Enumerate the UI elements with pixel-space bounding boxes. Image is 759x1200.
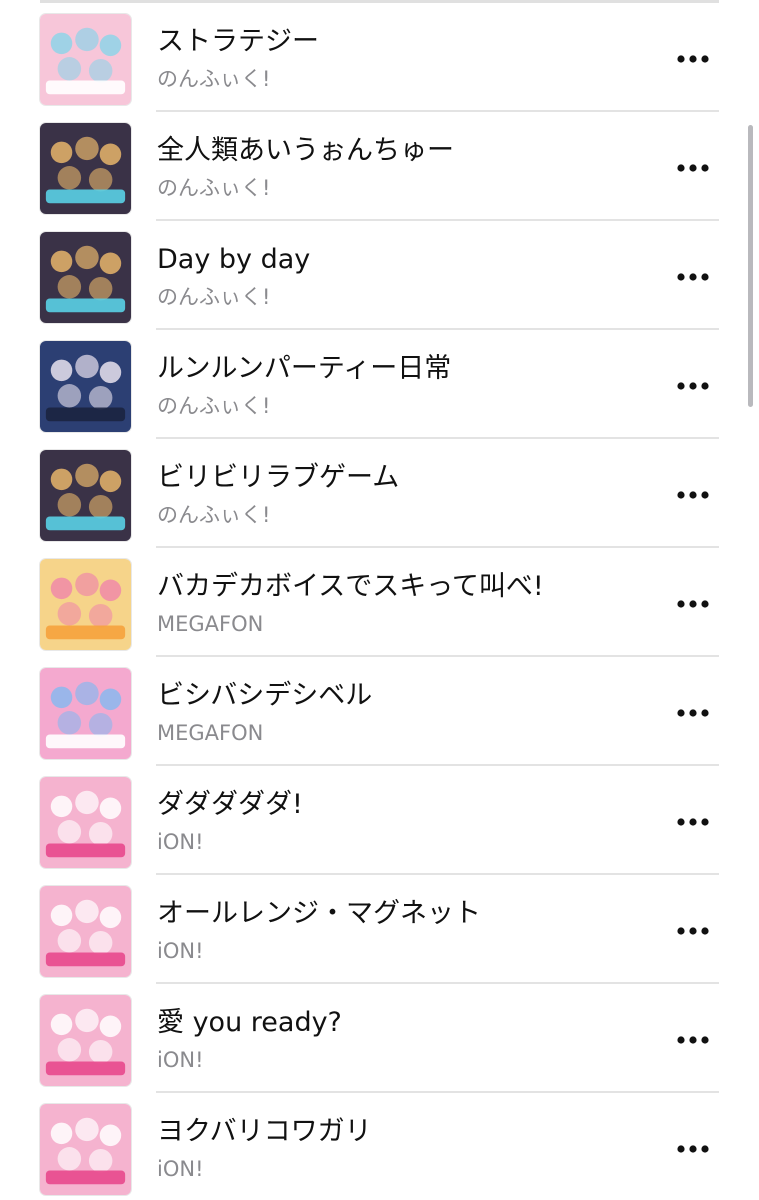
ellipsis-icon (677, 55, 709, 63)
more-options-button[interactable] (668, 260, 718, 294)
track-artist: のんふぃく! (157, 503, 271, 527)
track-row[interactable]: ビリビリラブゲームのんふぃく! (0, 438, 759, 548)
ellipsis-icon (677, 600, 709, 608)
album-artwork (39, 885, 132, 978)
more-options-button[interactable] (668, 369, 718, 403)
ellipsis-icon (677, 382, 709, 390)
track-title: ダダダダダ! (157, 789, 303, 820)
album-artwork (39, 13, 132, 106)
album-artwork (39, 994, 132, 1087)
scrollbar[interactable] (748, 125, 753, 407)
album-artwork (39, 449, 132, 542)
track-title: Day by day (157, 244, 311, 275)
track-artist: iON! (157, 1048, 204, 1072)
track-title: ビリビリラブゲーム (157, 462, 400, 493)
track-title: ビシバシデシベル (157, 680, 373, 711)
more-options-button[interactable] (668, 478, 718, 512)
track-row[interactable]: ヨクバリコワガリ iON! (0, 1092, 759, 1200)
track-title: 全人類あいうぉんちゅー (157, 135, 454, 166)
album-artwork (39, 340, 132, 433)
album-artwork (39, 122, 132, 215)
track-row[interactable]: ビシバシデシベル MEGAFON (0, 656, 759, 766)
ellipsis-icon (677, 273, 709, 281)
track-artist: のんふぃく! (157, 285, 271, 309)
more-options-button[interactable] (668, 696, 718, 730)
track-artist: のんふぃく! (157, 394, 271, 418)
track-row[interactable]: オールレンジ・マグネット iON! (0, 874, 759, 984)
more-options-button[interactable] (668, 914, 718, 948)
track-title: ヨクバリコワガリ (157, 1116, 372, 1147)
track-title: バカデカボイスでスキって叫べ! (157, 571, 544, 602)
album-artwork (39, 558, 132, 651)
more-options-button[interactable] (668, 805, 718, 839)
track-title: ルンルンパーティー日常 (157, 353, 452, 384)
track-row[interactable]: 全人類あいうぉんちゅーのんふぃく! (0, 111, 759, 221)
track-row[interactable]: ルンルンパーティー日常のんふぃく! (0, 329, 759, 439)
more-options-button[interactable] (668, 1023, 718, 1057)
track-artist: MEGAFON (157, 721, 264, 745)
track-row[interactable]: 愛 you ready? iON! (0, 983, 759, 1093)
album-artwork (39, 776, 132, 869)
more-options-button[interactable] (668, 1132, 718, 1166)
ellipsis-icon (677, 818, 709, 826)
track-title: 愛 you ready? (157, 1007, 342, 1038)
track-row[interactable]: Day by day のんふぃく! (0, 220, 759, 330)
track-row[interactable]: ストラテジーのんふぃく! (0, 2, 759, 112)
track-artist: MEGAFON (157, 612, 264, 636)
track-row[interactable]: ダダダダダ! iON! (0, 765, 759, 875)
ellipsis-icon (677, 164, 709, 172)
album-artwork (39, 1103, 132, 1196)
album-artwork (39, 231, 132, 324)
ellipsis-icon (677, 927, 709, 935)
track-artist: iON! (157, 830, 204, 854)
track-artist: のんふぃく! (157, 67, 271, 91)
track-title: オールレンジ・マグネット (157, 898, 481, 929)
track-list: ストラテジー のんふぃく! 全人類あいうぉんちゅー のんふぃく! Day by day の… (0, 0, 759, 1200)
album-artwork (39, 667, 132, 760)
more-options-button[interactable] (668, 151, 718, 185)
track-title: ストラテジー (157, 26, 319, 57)
ellipsis-icon (677, 709, 709, 717)
ellipsis-icon (677, 1145, 709, 1153)
track-row[interactable]: バカデカボイスでスキって叫べ! MEGAFON (0, 547, 759, 657)
track-artist: のんふぃく! (157, 176, 271, 200)
track-artist: iON! (157, 939, 204, 963)
ellipsis-icon (677, 1036, 709, 1044)
track-artist: iON! (157, 1157, 204, 1181)
ellipsis-icon (677, 491, 709, 499)
more-options-button[interactable] (668, 587, 718, 621)
more-options-button[interactable] (668, 42, 718, 76)
